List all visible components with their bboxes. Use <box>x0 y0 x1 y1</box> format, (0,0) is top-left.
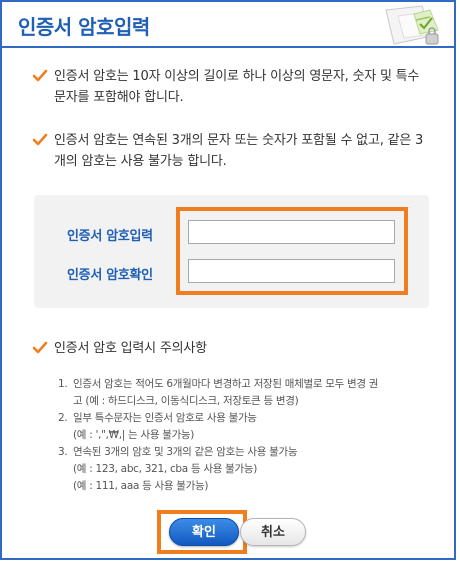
item-number: 1. <box>58 378 68 390</box>
notice-2: 인증서 암호는 연속된 3개의 문자 또는 숫자가 포함될 수 없고, 같은 3… <box>32 130 424 174</box>
document-lock-icon <box>385 5 439 45</box>
cancel-button[interactable]: 취소 <box>240 518 306 546</box>
notice-text: 인증서 암호는 연속된 3개의 문자 또는 숫자가 포함될 수 없고, 같은 3… <box>54 133 424 169</box>
checkmark-icon <box>32 69 48 82</box>
item-line: (예 : 111, aaa 등 사용 불가능) <box>73 480 209 492</box>
password-confirm-label: 인증서 암호확인 <box>67 268 153 283</box>
notice-text: 인증서 암호는 10자 이상의 길이로 하나 이상의 영문자, 숫자 및 특수문… <box>54 69 420 105</box>
caution-heading: 인증서 암호 입력시 주의사항 <box>54 341 207 356</box>
dialog-title: 인증서 암호입력 <box>18 15 150 39</box>
item-number: 2. <box>58 412 68 424</box>
caution-list: 1. 인증서 암호는 적어도 6개월마다 변경하고 저장된 매체별로 모두 변경… <box>58 376 438 495</box>
password-label: 인증서 암호입력 <box>67 229 153 244</box>
item-line: 일부 특수문자는 인증서 암호로 사용 불가능 <box>73 412 257 424</box>
checkmark-icon <box>32 341 48 354</box>
item-line: (예 : ',",₩,| 는 사용 불가능) <box>73 429 195 441</box>
certificate-password-dialog: 인증서 암호입력 인증서 암호는 10자 이상의 길이로 하나 이상의 영문자,… <box>0 0 456 560</box>
input-highlight-box <box>176 207 408 295</box>
list-item: 1. 인증서 암호는 적어도 6개월마다 변경하고 저장된 매체별로 모두 변경… <box>58 376 438 410</box>
item-line: 연속된 3개의 암호 및 3개의 같은 암호는 사용 불가능 <box>73 446 298 458</box>
item-line: 인증서 암호는 적어도 6개월마다 변경하고 저장된 매체별로 모두 변경 권 <box>73 378 379 390</box>
list-item: 2. 일부 특수문자는 인증서 암호로 사용 불가능 (예 : ',",₩,| … <box>58 410 438 444</box>
header-divider <box>2 46 454 48</box>
dialog-header: 인증서 암호입력 <box>2 2 454 46</box>
notice-1: 인증서 암호는 10자 이상의 길이로 하나 이상의 영문자, 숫자 및 특수문… <box>32 66 424 110</box>
ok-button[interactable]: 확인 <box>169 518 239 546</box>
item-line: 고 (예 : 하드디스크, 이동식디스크, 저장토큰 등 변경) <box>73 395 299 407</box>
item-number: 3. <box>58 446 68 458</box>
caution-heading-row: 인증서 암호 입력시 주의사항 <box>32 338 424 360</box>
item-line: (예 : 123, abc, 321, cba 등 사용 불가능) <box>73 463 257 475</box>
checkmark-icon <box>32 133 48 146</box>
list-item: 3. 연속된 3개의 암호 및 3개의 같은 암호는 사용 불가능 (예 : 1… <box>58 444 438 495</box>
